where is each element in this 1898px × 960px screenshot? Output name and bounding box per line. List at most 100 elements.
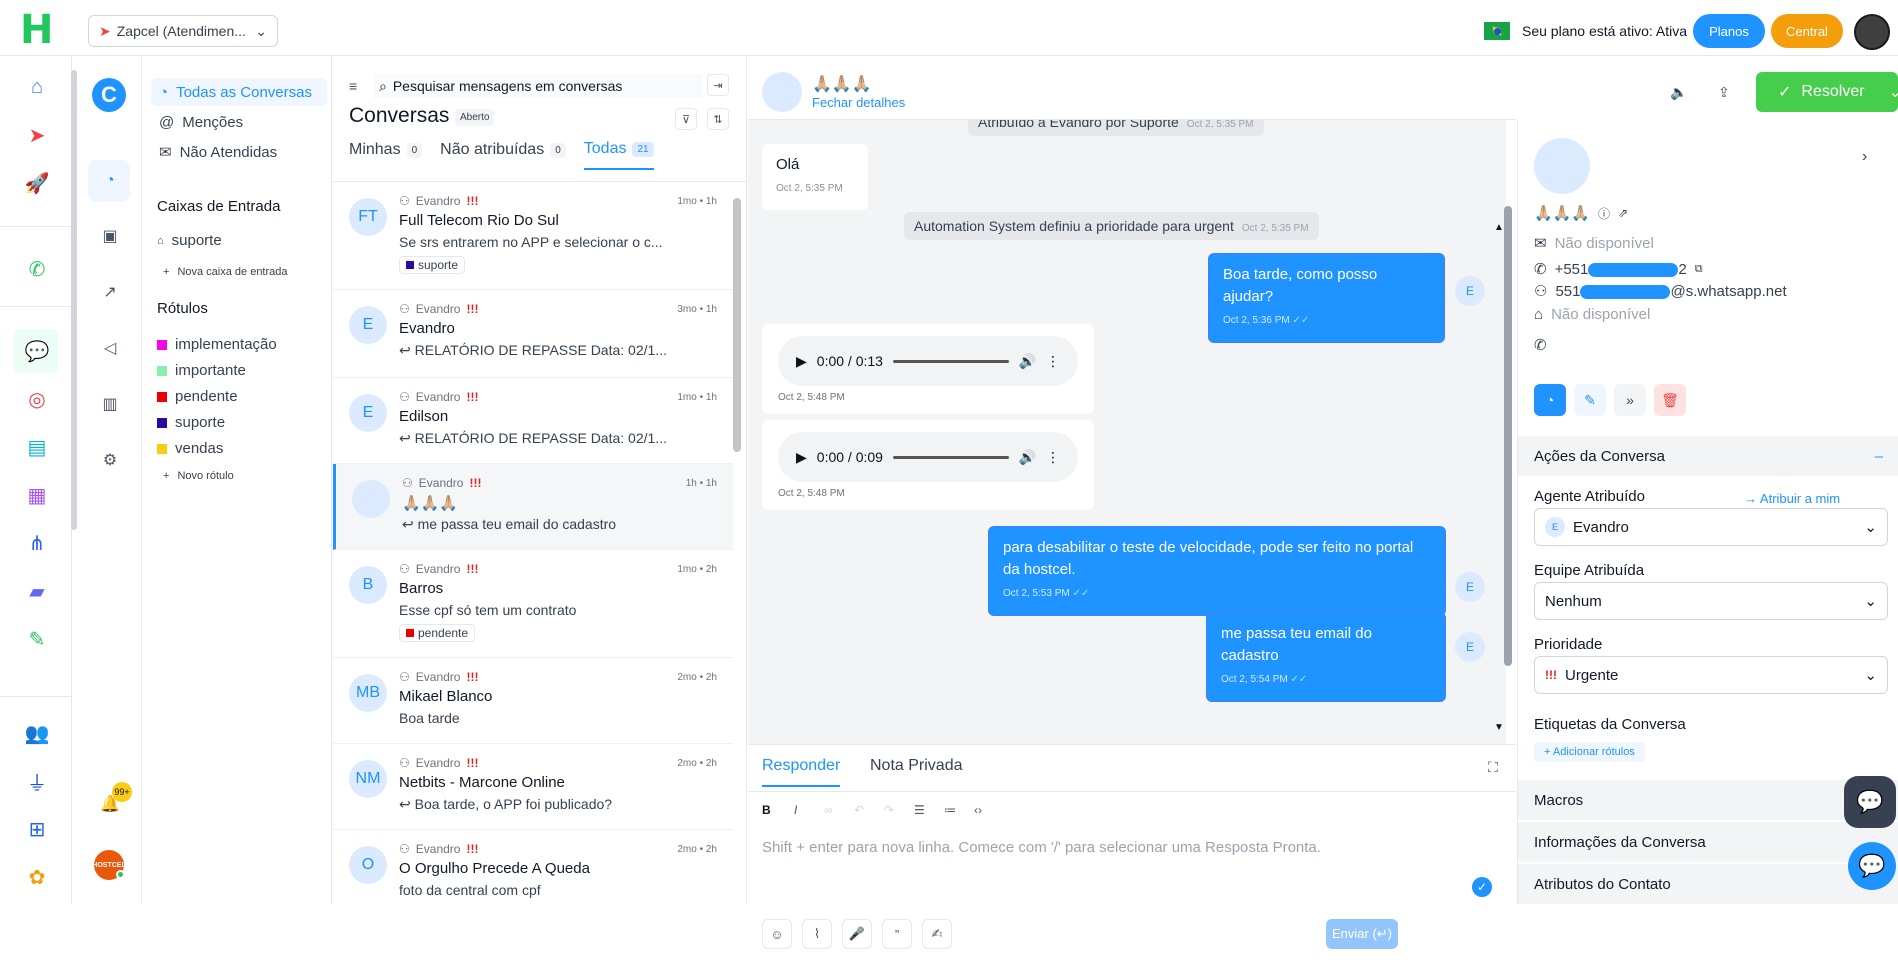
more-icon[interactable]: ⋮: [1046, 449, 1060, 466]
library-icon[interactable]: ▥: [98, 392, 122, 416]
numbered-list-icon[interactable]: ≔: [944, 803, 956, 817]
tab-all[interactable]: Todas 21: [583, 140, 654, 170]
play-icon[interactable]: ▶: [796, 353, 807, 370]
rail-scrollbar[interactable]: [71, 70, 77, 530]
audio-player[interactable]: ▶ 0:00 / 0:13 🔊 ⋮: [778, 336, 1078, 386]
list-item[interactable]: E ⚇ Evandro!!! 1mo • 1h Edilson ↩ RELATÓR…: [333, 378, 733, 464]
list-item[interactable]: E ⚇ Evandro!!! 3mo • 1h Evandro ↩ RELATÓR…: [333, 290, 733, 378]
add-label-button[interactable]: + Adicionar rótulos: [1534, 742, 1645, 762]
label-vendas[interactable]: vendas: [157, 440, 223, 457]
conversations-icon[interactable]: ◔: [98, 169, 122, 193]
send-button[interactable]: Enviar (↵): [1326, 919, 1398, 949]
filter-icon[interactable]: ⊽: [675, 108, 697, 130]
external-link-icon[interactable]: ⇗: [1618, 206, 1628, 220]
email-value[interactable]: Não disponível: [1555, 235, 1654, 252]
edit-button[interactable]: ✎: [1574, 384, 1606, 416]
merge-button[interactable]: »: [1614, 384, 1646, 416]
tab-reply[interactable]: Responder: [762, 757, 841, 787]
expand-icon[interactable]: ⛶: [1488, 759, 1498, 776]
account-selector[interactable]: ➤ Zapcel (Atendimen... ⌄: [88, 15, 278, 47]
check-icon[interactable]: ✓: [1472, 877, 1492, 897]
conversation-info-section[interactable]: Informações da Conversa: [1518, 822, 1898, 862]
play-icon[interactable]: ▶: [796, 449, 807, 466]
italic-icon[interactable]: I: [794, 803, 797, 817]
emoji-icon[interactable]: ☺: [762, 919, 792, 949]
campaigns-icon[interactable]: ◁: [98, 336, 122, 360]
app-logo[interactable]: H: [20, 10, 53, 50]
agent-select[interactable]: E Evandro ⌄: [1534, 508, 1888, 546]
phone-value[interactable]: +551 2: [1555, 261, 1687, 278]
contact-attributes-section[interactable]: Atributos do Contato: [1518, 864, 1898, 904]
microphone-icon[interactable]: 🎤: [842, 919, 872, 949]
chat-scrollbar[interactable]: [1504, 206, 1512, 666]
volume-icon[interactable]: 🔊: [1019, 449, 1036, 466]
list-scrollbar[interactable]: [733, 198, 741, 452]
resolve-button[interactable]: ✓ Resolver ⌄: [1756, 72, 1898, 112]
reports-icon[interactable]: ↗: [98, 280, 122, 304]
close-details-link[interactable]: Fechar detalhes: [812, 95, 905, 110]
volume-icon[interactable]: 🔊: [1019, 353, 1036, 370]
home-icon[interactable]: ⌂: [24, 74, 50, 100]
company-value[interactable]: Não disponível: [1551, 306, 1650, 323]
message-input[interactable]: Shift + enter para nova linha. Comece co…: [762, 839, 1321, 856]
share-icon[interactable]: ⋔: [24, 530, 50, 556]
users-icon[interactable]: 👥: [24, 720, 50, 746]
plug-icon[interactable]: ⏚: [24, 768, 50, 795]
tab-private-note[interactable]: Nota Privada: [870, 757, 963, 785]
list-item[interactable]: NM ⚇ Evandro!!! 2mo • 2h Netbits - Marcon…: [333, 744, 733, 830]
list-item-active[interactable]: ⚇ Evandro!!! 1h • 1h 🙏🏼🙏🏼🙏🏼 ↩ me passa te…: [333, 464, 733, 550]
audio-progress[interactable]: [892, 359, 1009, 363]
bold-icon[interactable]: B: [762, 803, 771, 817]
menu-icon[interactable]: ≡: [349, 78, 357, 94]
send-icon[interactable]: ➤: [24, 122, 50, 148]
macros-section[interactable]: Macros: [1518, 780, 1898, 820]
chevron-up-icon[interactable]: ▲: [1494, 222, 1504, 233]
signature-icon[interactable]: ✍: [922, 919, 952, 949]
chat-icon[interactable]: 💬: [24, 338, 50, 364]
network-icon[interactable]: ⊞: [24, 816, 50, 842]
bullet-list-icon[interactable]: ☰: [914, 803, 925, 817]
assign-to-me-link[interactable]: → Atribuir a mim: [1744, 491, 1840, 506]
support-chat-icon[interactable]: 💬: [1848, 842, 1896, 890]
quote-icon[interactable]: ”: [882, 919, 912, 949]
new-message-button[interactable]: ◔: [1534, 384, 1566, 416]
nav-all-conversations[interactable]: ◔ Todas as Conversas: [151, 78, 327, 106]
label-pendente[interactable]: pendente: [157, 388, 238, 405]
settings-icon[interactable]: ⚙: [98, 448, 122, 472]
copy-icon[interactable]: ⧉: [1695, 263, 1703, 276]
mute-icon[interactable]: 🔈: [1670, 84, 1687, 101]
info-icon[interactable]: ⓘ: [1598, 205, 1610, 222]
delete-button[interactable]: 🗑: [1654, 384, 1686, 416]
code-icon[interactable]: ‹›: [974, 803, 982, 817]
attachment-icon[interactable]: ⌇: [802, 919, 832, 949]
undo-icon[interactable]: ↶: [854, 803, 864, 817]
inbox-suporte[interactable]: ⌂ suporte: [157, 232, 222, 249]
redo-icon[interactable]: ↷: [884, 803, 894, 817]
new-inbox-link[interactable]: + Nova caixa de entrada: [163, 266, 288, 278]
whatsapp-id-value[interactable]: 551 @s.whatsapp.net: [1555, 283, 1786, 300]
more-icon[interactable]: ⋮: [1046, 353, 1060, 370]
contacts-icon[interactable]: ▣: [98, 224, 122, 248]
gear-icon[interactable]: ✿: [24, 864, 50, 890]
audio-progress[interactable]: [892, 455, 1009, 459]
central-button[interactable]: Central: [1771, 14, 1843, 48]
new-label-link[interactable]: + Novo rótulo: [163, 470, 234, 482]
chevron-down-icon[interactable]: ▼: [1494, 722, 1504, 733]
nav-mentions[interactable]: @ Menções: [151, 108, 327, 136]
tab-mine[interactable]: Minhas 0: [349, 140, 423, 170]
collapse-icon[interactable]: ⇥: [707, 74, 729, 96]
actions-section[interactable]: Ações da Conversa –: [1518, 436, 1898, 476]
whatsapp-icon[interactable]: ✆: [24, 256, 50, 282]
whatsapp-icon[interactable]: ✆: [1534, 336, 1547, 354]
status-badge[interactable]: Aberto: [455, 109, 495, 126]
rocket-icon[interactable]: 🚀: [24, 170, 50, 196]
chatwoot-logo[interactable]: C: [92, 78, 126, 112]
list-item[interactable]: MB ⚇ Evandro!!! 2mo • 2h Mikael Blanco Bo…: [333, 658, 733, 744]
calendar-icon[interactable]: ▦: [24, 482, 50, 508]
plans-button[interactable]: Planos: [1693, 14, 1765, 48]
link-icon[interactable]: ∞: [824, 803, 833, 817]
sort-icon[interactable]: ⇅: [707, 108, 729, 130]
label-implementacao[interactable]: implementação: [157, 336, 277, 353]
chat-widget-icon[interactable]: 💬: [1844, 776, 1896, 828]
folder-icon[interactable]: ▰: [24, 578, 50, 604]
